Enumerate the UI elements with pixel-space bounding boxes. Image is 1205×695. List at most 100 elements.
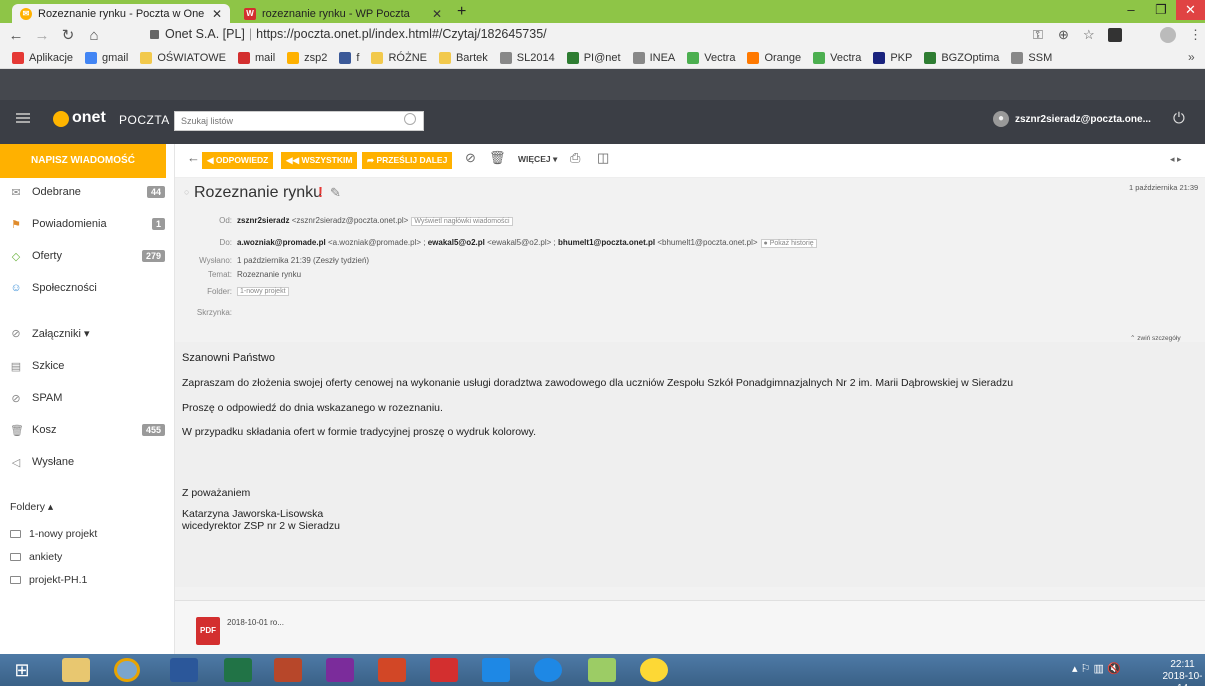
minimize-button[interactable]: – bbox=[1116, 0, 1146, 20]
user-avatar-icon[interactable]: ● bbox=[993, 111, 1009, 127]
bookmark-item[interactable]: Bartek bbox=[438, 52, 488, 64]
bookmark-item[interactable]: gmail bbox=[85, 52, 128, 64]
recipient-name[interactable]: bhumelt1@poczta.onet.pl bbox=[558, 238, 655, 247]
star-icon[interactable]: ☆ bbox=[1083, 27, 1095, 43]
home-icon[interactable]: ⌂ bbox=[84, 27, 104, 44]
bookmark-item[interactable]: SSM bbox=[1011, 52, 1052, 64]
back-arrow-icon[interactable]: ← bbox=[187, 150, 200, 165]
block-icon[interactable]: ⊘ bbox=[465, 150, 476, 166]
bookmark-item[interactable]: f bbox=[339, 52, 359, 64]
show-headers-button[interactable]: Wyświetl nagłówki wiadomości bbox=[411, 217, 513, 226]
sidebar-item-powiadomienia[interactable]: ⚑ Powiadomienia 1 bbox=[10, 215, 165, 233]
reply-button[interactable]: ◀ ODPOWIEDZ bbox=[202, 152, 274, 169]
bookmark-item[interactable]: RÓŻNE bbox=[371, 52, 427, 64]
show-history-button[interactable]: ● Pokaż historię bbox=[760, 239, 817, 248]
from-name[interactable]: zsznr2sieradz bbox=[237, 216, 289, 225]
bookmark-item[interactable]: Vectra bbox=[813, 52, 861, 64]
tray-icons[interactable]: ▴ ⚐ ▥ 🔇 bbox=[1072, 662, 1121, 675]
sidebar-item-spolecznosci[interactable]: ☺ Społeczności bbox=[10, 279, 165, 297]
compose-button[interactable]: NAPISZ WIADOMOŚĆ bbox=[0, 144, 166, 178]
onet-logo[interactable]: onet bbox=[72, 109, 106, 127]
attachment-name[interactable]: 2018-10-01 ro... bbox=[227, 618, 284, 627]
file-explorer-icon[interactable] bbox=[62, 658, 90, 682]
close-tab-icon[interactable]: ✕ bbox=[206, 7, 222, 21]
folders-header[interactable]: Foldery ▴ bbox=[10, 499, 53, 515]
from-email: <zsznr2sieradz@poczta.onet.pl> bbox=[291, 216, 409, 225]
key-icon[interactable]: ⚿ bbox=[1033, 27, 1043, 43]
recipient-name[interactable]: a.wozniak@promade.pl bbox=[237, 238, 326, 247]
sidebar-item-oferty[interactable]: ◇ Oferty 279 bbox=[10, 247, 165, 265]
back-icon[interactable]: ← bbox=[6, 27, 26, 44]
reply-all-button[interactable]: ◀◀ WSZYSTKIM bbox=[281, 152, 358, 169]
tab-onet-mail[interactable]: ✉ Rozeznanie rynku - Poczta w One ✕ bbox=[12, 4, 230, 23]
hamburger-menu-icon[interactable] bbox=[16, 113, 30, 123]
more-menu[interactable]: WIĘCEJ ▾ bbox=[518, 154, 557, 165]
logout-power-icon[interactable]: ⏻ bbox=[1173, 110, 1185, 127]
sidebar-item-zalaczniki[interactable]: ⊘ Załączniki ▾ bbox=[10, 324, 165, 342]
maximize-button[interactable]: ❐ bbox=[1146, 0, 1176, 20]
sidebar-item-kosz[interactable]: 🗑 Kosz 455 bbox=[10, 421, 165, 439]
word-icon[interactable] bbox=[170, 658, 198, 682]
bookmark-item[interactable]: Aplikacje bbox=[12, 52, 73, 64]
bookmark-label: PKP bbox=[890, 52, 913, 64]
bookmark-item[interactable]: PI@net bbox=[566, 52, 621, 64]
zoom-icon[interactable]: ⊕ bbox=[1058, 27, 1069, 43]
new-tab-button[interactable]: + bbox=[457, 3, 466, 21]
excel-icon[interactable] bbox=[224, 658, 252, 682]
popout-icon[interactable]: ◫ bbox=[597, 150, 609, 166]
folder-item[interactable]: projekt-PH.1 bbox=[10, 572, 87, 588]
bookmark-item[interactable]: SL2014 bbox=[499, 52, 555, 64]
folder-item[interactable]: ankiety bbox=[10, 549, 62, 565]
bookmark-item[interactable]: BGZOptima bbox=[924, 52, 999, 64]
trash-icon[interactable]: 🗑 bbox=[489, 150, 506, 166]
topic-value: Rozeznanie rynku bbox=[237, 270, 302, 279]
search-icon[interactable] bbox=[404, 113, 416, 125]
settings-gear-icon[interactable] bbox=[482, 658, 510, 682]
bookmark-item[interactable]: Vectra bbox=[687, 52, 735, 64]
close-window-button[interactable]: ✕ bbox=[1176, 0, 1205, 20]
system-clock[interactable]: 22:11 2018-10-14 bbox=[1160, 659, 1205, 695]
norton-icon[interactable] bbox=[640, 658, 668, 682]
powerpoint-icon[interactable] bbox=[274, 658, 302, 682]
presentation-icon[interactable] bbox=[378, 658, 406, 682]
paint-icon[interactable] bbox=[588, 658, 616, 682]
close-tab-icon[interactable]: ✕ bbox=[426, 7, 442, 21]
forward-icon[interactable]: → bbox=[32, 27, 52, 44]
bookmark-item[interactable]: OŚWIATOWE bbox=[140, 52, 226, 64]
windows-start-icon[interactable]: ⊞ bbox=[8, 658, 36, 682]
bookmark-item[interactable]: INEA bbox=[632, 52, 676, 64]
menu-kebab-icon[interactable]: ⋮ bbox=[1189, 27, 1202, 43]
chrome-icon[interactable] bbox=[114, 658, 140, 682]
acrobat-icon[interactable] bbox=[430, 658, 458, 682]
draft-icon: ▤ bbox=[10, 360, 22, 373]
bookmark-item[interactable]: zsp2 bbox=[287, 52, 327, 64]
sidebar-item-odebrane[interactable]: ✉ Odebrane 44 bbox=[10, 183, 165, 201]
publisher-icon[interactable] bbox=[326, 658, 354, 682]
bookmark-item[interactable]: Orange bbox=[747, 52, 801, 64]
prev-next-arrows[interactable]: ◂ ▸ bbox=[1170, 154, 1182, 165]
extension-icon[interactable] bbox=[1108, 28, 1122, 42]
internet-explorer-icon[interactable] bbox=[534, 658, 562, 682]
folder-item[interactable]: 1-nowy projekt bbox=[10, 526, 97, 542]
pdf-file-icon[interactable]: PDF bbox=[196, 617, 220, 645]
recipient-name[interactable]: ewakal5@o2.pl bbox=[428, 238, 485, 247]
folder-value[interactable]: 1-nowy projekt bbox=[234, 286, 289, 296]
collapse-details-link[interactable]: ⌃ zwiń szczegóły bbox=[1130, 334, 1181, 342]
bookmark-item[interactable]: mail bbox=[237, 52, 275, 64]
paperclip-icon: ⊘ bbox=[11, 327, 21, 340]
sidebar-item-spam[interactable]: ⊘ SPAM bbox=[10, 389, 165, 407]
profile-avatar[interactable] bbox=[1160, 27, 1176, 43]
sidebar-item-wyslane[interactable]: ◁ Wysłane bbox=[10, 453, 165, 471]
user-email[interactable]: zsznr2sieradz@poczta.one... bbox=[1015, 114, 1151, 125]
tab-label: Rozeznanie rynku - Poczta w One bbox=[38, 7, 205, 20]
bookmark-label: INEA bbox=[649, 52, 676, 64]
search-input[interactable] bbox=[174, 111, 424, 131]
tab-wp-mail[interactable]: W rozeznanie rynku - WP Poczta ✕ bbox=[236, 4, 450, 23]
address-bar[interactable]: Onet S.A. [PL] | https://poczta.onet.pl/in… bbox=[150, 27, 547, 41]
bookmark-item[interactable]: PKP bbox=[873, 52, 912, 64]
print-icon[interactable]: ⎙ bbox=[570, 150, 580, 166]
forward-button[interactable]: ➦ PRZEŚLIJ DALEJ bbox=[362, 152, 453, 169]
reload-icon[interactable]: ↻ bbox=[58, 26, 78, 44]
bookmarks-more[interactable]: » bbox=[1188, 50, 1195, 64]
sidebar-item-szkice[interactable]: ▤ Szkice bbox=[10, 357, 165, 375]
